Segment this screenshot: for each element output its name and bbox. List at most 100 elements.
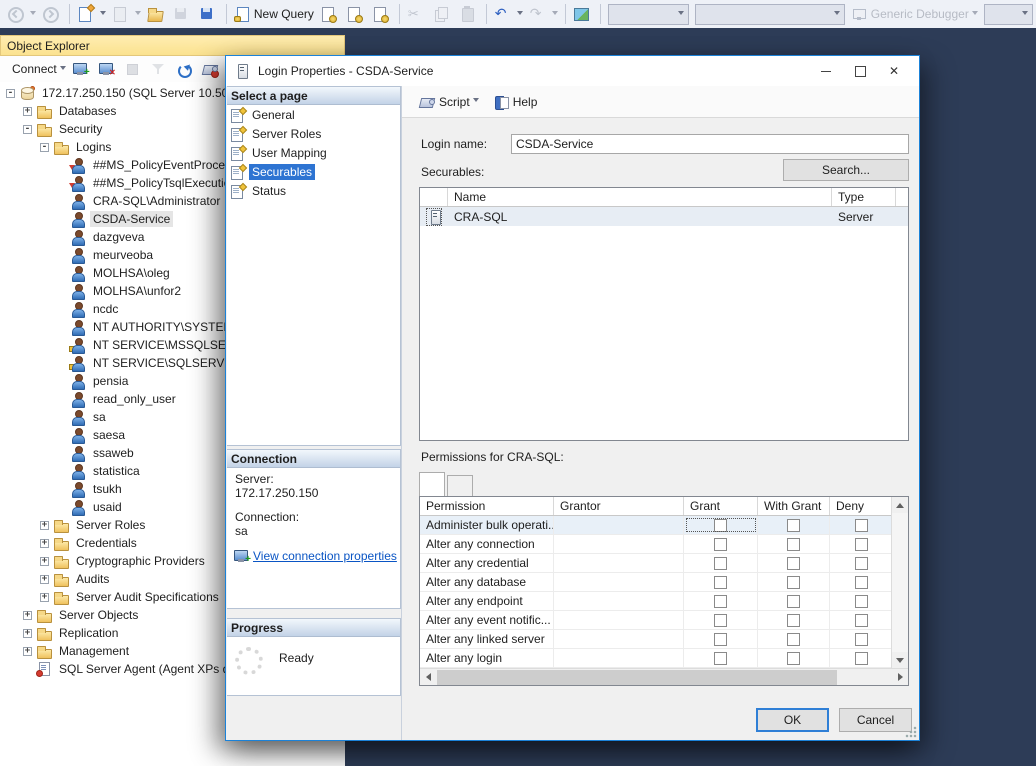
close-panel-button[interactable] [323,38,338,53]
dropdown-caret-icon[interactable] [473,98,479,105]
grant-checkbox[interactable] [714,633,727,646]
grant-checkbox[interactable] [714,614,727,627]
deny-checkbox[interactable] [855,576,868,589]
column-with-grant[interactable]: With Grant [758,497,830,515]
tab[interactable] [419,472,445,496]
grant-checkbox[interactable] [714,538,727,551]
tree-expander[interactable]: + [40,557,49,566]
nav-forward-button[interactable] [39,2,65,26]
paste-button[interactable] [456,2,482,26]
deny-checkbox[interactable] [855,633,868,646]
toolbar-combo-2[interactable] [695,4,845,25]
tree-expander[interactable]: - [6,89,15,98]
with-grant-checkbox[interactable] [787,652,800,665]
dropdown-caret-icon[interactable] [972,11,978,18]
toolbar-combo-3[interactable] [984,4,1033,25]
dropdown-caret-icon[interactable] [517,11,523,18]
search-button[interactable]: Search... [783,159,909,181]
save-button[interactable] [170,2,196,26]
with-grant-checkbox[interactable] [787,576,800,589]
scroll-left-arrow[interactable] [420,669,436,685]
script-button[interactable]: Script [416,90,482,114]
dropdown-caret-icon[interactable] [30,11,36,18]
view-connection-properties-link[interactable]: View connection properties [253,549,397,563]
tree-expander[interactable]: + [40,539,49,548]
object-explorer-title-bar[interactable]: Object Explorer [0,35,345,56]
column-permission[interactable]: Permission [420,497,554,515]
tree-expander[interactable]: - [23,125,32,134]
toolbar-combo-1[interactable] [608,4,689,25]
tree-expander[interactable]: + [40,575,49,584]
dropdown-caret-icon[interactable] [1022,11,1028,18]
dropdown-caret-icon[interactable] [678,11,684,18]
copy-button[interactable] [430,2,456,26]
open-file-button[interactable] [144,2,170,26]
grant-checkbox[interactable] [714,595,727,608]
column-name[interactable]: Name [448,188,832,206]
with-grant-checkbox[interactable] [787,538,800,551]
generic-debugger-button[interactable]: Generic Debugger [848,2,981,26]
deny-checkbox[interactable] [855,557,868,570]
deny-checkbox[interactable] [855,519,868,532]
mdx-query-button[interactable] [317,2,343,26]
grant-checkbox[interactable] [714,557,727,570]
window-position-button[interactable] [289,38,304,53]
deny-checkbox[interactable] [855,538,868,551]
vertical-scrollbar[interactable] [891,497,908,668]
filter-button[interactable] [147,57,173,81]
new-query-button[interactable]: New Query [231,2,317,26]
tree-expander[interactable]: + [23,647,32,656]
dropdown-caret-icon[interactable] [135,11,141,18]
connect-menu-button[interactable]: Connect [5,57,69,81]
undo-button[interactable] [491,2,526,26]
login-name-input[interactable] [511,134,909,154]
permission-row[interactable]: Administer bulk operati... [420,516,908,535]
save-all-button[interactable] [196,2,222,26]
dialog-title-bar[interactable]: Login Properties - CSDA-Service [226,56,919,86]
scroll-right-arrow[interactable] [892,669,908,685]
column-grantor[interactable]: Grantor [554,497,684,515]
page-item[interactable]: Securables [227,163,400,181]
page-item[interactable]: Status [227,182,400,200]
nav-back-button[interactable] [4,2,39,26]
page-item[interactable]: Server Roles [227,125,400,143]
close-button[interactable] [877,58,911,84]
dropdown-caret-icon[interactable] [100,11,106,18]
permission-row[interactable]: Alter any event notific... [420,611,908,630]
scrollbar-thumb[interactable] [437,670,837,685]
scroll-up-arrow[interactable] [892,497,908,513]
dropdown-caret-icon[interactable] [834,11,840,18]
column-grant[interactable]: Grant [684,497,758,515]
with-grant-checkbox[interactable] [787,595,800,608]
permission-row[interactable]: Alter any connection [420,535,908,554]
horizontal-scrollbar[interactable] [420,668,908,685]
tree-expander[interactable]: - [40,143,49,152]
CRA-SQL-button[interactable]: CRA-SQL Server [420,207,908,226]
tree-expander[interactable]: + [23,107,32,116]
permission-row[interactable]: Alter any linked server [420,630,908,649]
permission-row[interactable]: Alter any database [420,573,908,592]
connect-object-explorer-button[interactable] [69,57,95,81]
page-item[interactable]: General [227,106,400,124]
column-deny[interactable]: Deny [830,497,893,515]
dropdown-caret-icon[interactable] [552,11,558,18]
tree-expander[interactable]: + [40,521,49,530]
xmla-query-button[interactable] [369,2,395,26]
redo-button[interactable] [526,2,561,26]
dmx-query-button[interactable] [343,2,369,26]
permission-row[interactable]: Alter any login [420,649,908,668]
deny-checkbox[interactable] [855,595,868,608]
grant-checkbox[interactable] [714,652,727,665]
minimize-button[interactable] [809,58,843,84]
scroll-down-arrow[interactable] [892,652,908,668]
tree-expander[interactable]: + [23,611,32,620]
grant-checkbox[interactable] [714,576,727,589]
cut-button[interactable] [404,2,430,26]
permission-row[interactable]: Alter any credential [420,554,908,573]
tree-expander[interactable]: + [40,593,49,602]
grant-checkbox[interactable] [714,519,727,532]
help-button[interactable]: Help [490,90,541,114]
deny-checkbox[interactable] [855,614,868,627]
stop-button[interactable] [121,57,147,81]
script-x-button[interactable] [199,57,225,81]
